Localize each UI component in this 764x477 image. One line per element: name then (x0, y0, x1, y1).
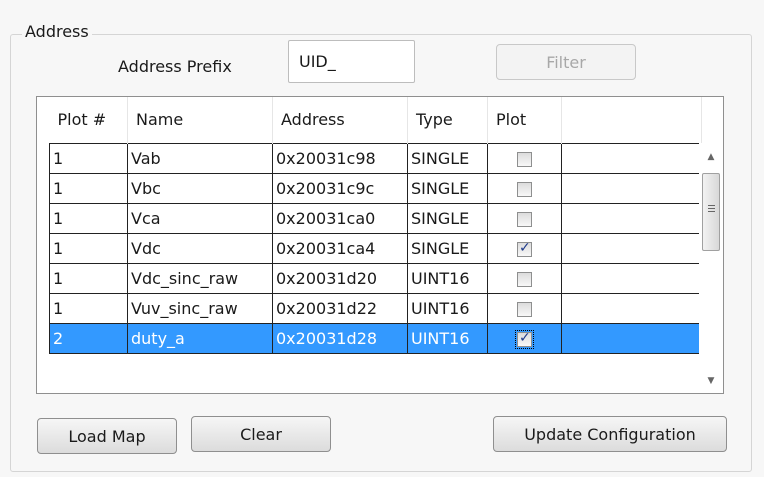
address-prefix-label: Address Prefix (118, 57, 232, 76)
cell-type[interactable]: UINT16 (407, 262, 488, 294)
cell-plot[interactable] (487, 142, 562, 174)
address-prefix-input[interactable] (288, 40, 415, 83)
column-header-address[interactable]: Address (272, 97, 408, 143)
cell-filler (561, 172, 702, 204)
table-row[interactable]: 1 Vca 0x20031ca0 SINGLE (49, 202, 702, 234)
cell-filler (561, 262, 702, 294)
cell-plot-num[interactable]: 1 (49, 292, 128, 324)
column-header-plot-num[interactable]: Plot # (49, 97, 128, 143)
cell-plot[interactable] (487, 172, 562, 204)
plot-checkbox-icon[interactable] (515, 329, 534, 349)
cell-address[interactable]: 0x20031d28 (272, 322, 408, 354)
cell-type[interactable]: SINGLE (407, 142, 488, 174)
address-datagrid[interactable]: Plot # Name Address Type Plot 1 Vab 0x2003… (36, 96, 724, 394)
cell-plot[interactable] (487, 202, 562, 234)
cell-name[interactable]: Vuv_sinc_raw (127, 292, 273, 324)
cell-type[interactable]: UINT16 (407, 292, 488, 324)
table-row[interactable]: 1 Vuv_sinc_raw 0x20031d22 UINT16 (49, 292, 702, 324)
column-header-name[interactable]: Name (127, 97, 273, 143)
cell-plot[interactable] (487, 322, 562, 354)
cell-address[interactable]: 0x20031ca4 (272, 232, 408, 264)
cell-plot[interactable] (487, 292, 562, 324)
cell-name[interactable]: Vab (127, 142, 273, 174)
cell-plot[interactable] (487, 262, 562, 294)
plot-checkbox-icon[interactable] (517, 271, 532, 287)
plot-checkbox-icon[interactable] (517, 181, 532, 197)
table-row[interactable]: 1 Vab 0x20031c98 SINGLE (49, 142, 702, 174)
table-row[interactable]: 2 duty_a 0x20031d28 UINT16 (49, 322, 702, 354)
table-row[interactable]: 1 Vdc_sinc_raw 0x20031d20 UINT16 (49, 262, 702, 294)
vertical-scrollbar[interactable]: ▲ ▼ (699, 143, 723, 393)
cell-name[interactable]: Vdc_sinc_raw (127, 262, 273, 294)
table-row[interactable]: 1 Vbc 0x20031c9c SINGLE (49, 172, 702, 204)
cell-plot-num[interactable]: 2 (49, 322, 128, 354)
cell-plot-num[interactable]: 1 (49, 232, 128, 264)
plot-checkbox-icon[interactable] (517, 151, 532, 167)
load-map-button[interactable]: Load Map (37, 418, 177, 454)
cell-type[interactable]: SINGLE (407, 232, 488, 264)
cell-filler (561, 142, 702, 174)
update-configuration-button[interactable]: Update Configuration (493, 416, 727, 452)
table-header-row: Plot # Name Address Type Plot (49, 97, 702, 143)
cell-address[interactable]: 0x20031ca0 (272, 202, 408, 234)
grip-icon (708, 208, 715, 209)
cell-type[interactable]: SINGLE (407, 202, 488, 234)
cell-name[interactable]: Vca (127, 202, 273, 234)
cell-address[interactable]: 0x20031d20 (272, 262, 408, 294)
plot-checkbox-icon[interactable] (517, 301, 532, 317)
cell-filler (561, 292, 702, 324)
cell-plot[interactable] (487, 232, 562, 264)
column-header-filler (561, 97, 702, 143)
cell-address[interactable]: 0x20031c98 (272, 142, 408, 174)
cell-filler (561, 322, 702, 354)
cell-name[interactable]: Vbc (127, 172, 273, 204)
cell-plot-num[interactable]: 1 (49, 202, 128, 234)
clear-button[interactable]: Clear (191, 416, 331, 452)
plot-checkbox-icon[interactable] (517, 211, 532, 227)
cell-type[interactable]: UINT16 (407, 322, 488, 354)
cell-plot-num[interactable]: 1 (49, 142, 128, 174)
cell-type[interactable]: SINGLE (407, 172, 488, 204)
scroll-up-arrow-icon[interactable]: ▲ (699, 147, 723, 167)
cell-plot-num[interactable]: 1 (49, 262, 128, 294)
cell-filler (561, 232, 702, 264)
cell-plot-num[interactable]: 1 (49, 172, 128, 204)
cell-address[interactable]: 0x20031d22 (272, 292, 408, 324)
scrollbar-thumb[interactable] (702, 173, 720, 251)
column-header-plot[interactable]: Plot (487, 97, 562, 143)
group-title: Address (22, 22, 92, 41)
table-row[interactable]: 1 Vdc 0x20031ca4 SINGLE (49, 232, 702, 264)
cell-name[interactable]: duty_a (127, 322, 273, 354)
filter-button[interactable]: Filter (496, 44, 636, 80)
cell-filler (561, 202, 702, 234)
address-table: Plot # Name Address Type Plot 1 Vab 0x2003… (49, 97, 702, 354)
cell-address[interactable]: 0x20031c9c (272, 172, 408, 204)
column-header-type[interactable]: Type (407, 97, 488, 143)
cell-name[interactable]: Vdc (127, 232, 273, 264)
scroll-down-arrow-icon[interactable]: ▼ (699, 371, 723, 391)
plot-checkbox-icon[interactable] (517, 240, 532, 257)
